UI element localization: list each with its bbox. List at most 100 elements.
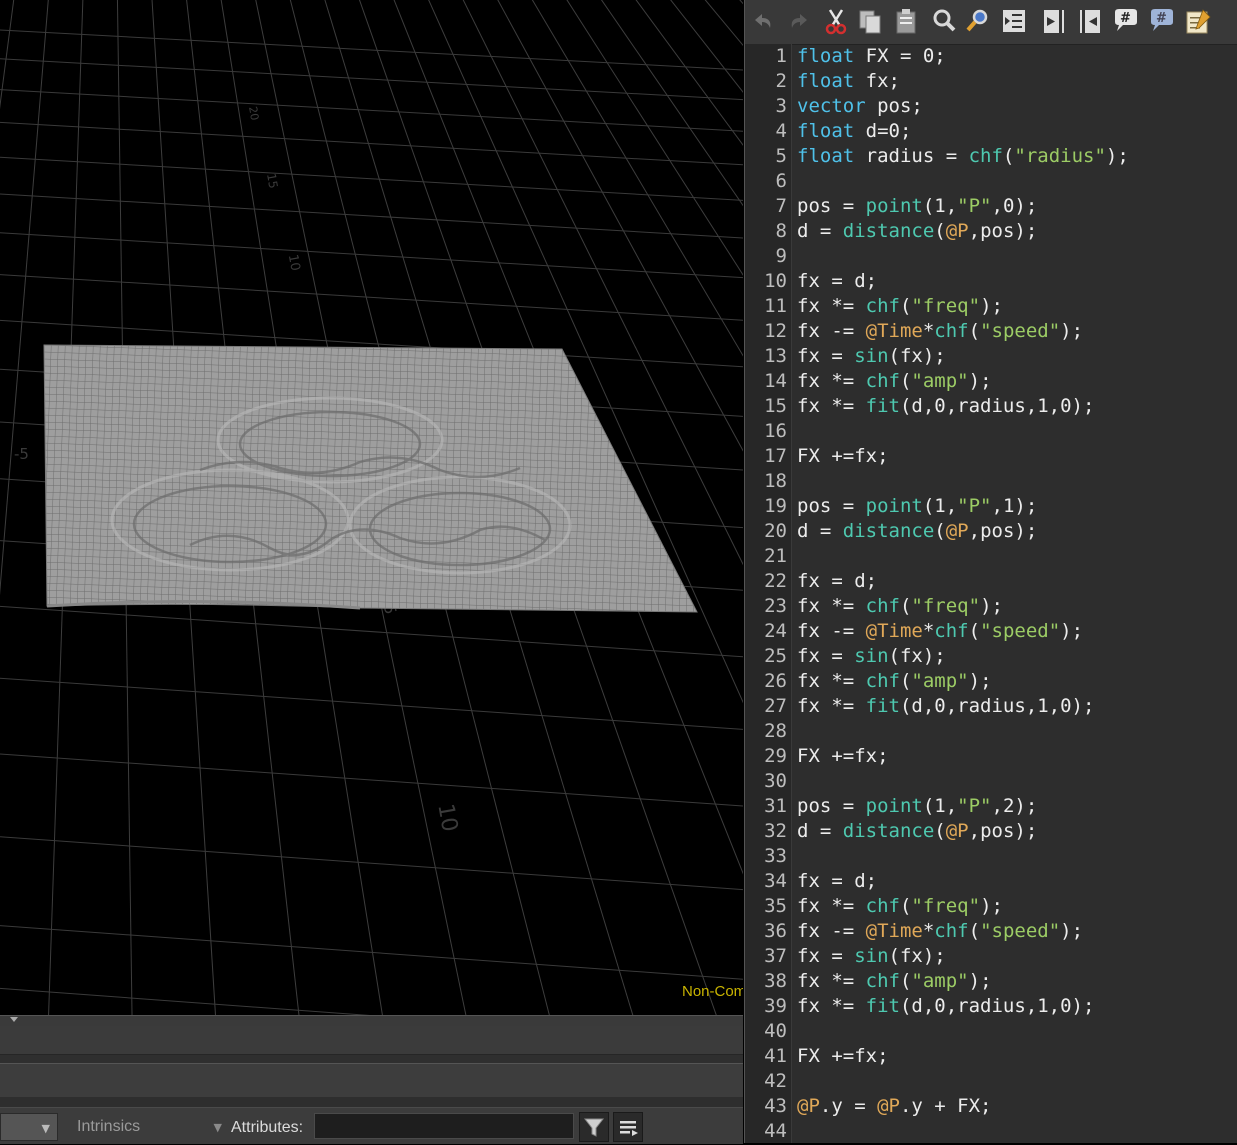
code-line[interactable]: 33 — [745, 844, 1237, 869]
code-line[interactable]: 27 fx *= fit(d,0,radius,1,0); — [745, 694, 1237, 719]
find-replace-button[interactable] — [963, 6, 993, 36]
code-line[interactable]: 17 FX +=fx; — [745, 444, 1237, 469]
indent-button[interactable] — [999, 6, 1029, 36]
code-line[interactable]: 26 fx *= chf("amp"); — [745, 669, 1237, 694]
comment-button[interactable]: # — [1111, 6, 1141, 36]
code-line[interactable]: 20 d = distance(@P,pos); — [745, 519, 1237, 544]
code-text[interactable]: fx = d; — [797, 269, 877, 294]
attributes-filter-input[interactable] — [314, 1113, 574, 1139]
code-line[interactable]: 24 fx -= @Time*chf("speed"); — [745, 619, 1237, 644]
code-text[interactable]: pos = point(1,"P",1); — [797, 494, 1037, 519]
code-line[interactable]: 34 fx = d; — [745, 869, 1237, 894]
code-text[interactable]: FX +=fx; — [797, 444, 889, 469]
code-line[interactable]: 39 fx *= fit(d,0,radius,1,0); — [745, 994, 1237, 1019]
code-line[interactable]: 40 — [745, 1019, 1237, 1044]
code-line[interactable]: 31 pos = point(1,"P",2); — [745, 794, 1237, 819]
intrinsics-dropdown[interactable]: Intrinsics ▼ — [60, 1113, 226, 1139]
code-line[interactable]: 22 fx = d; — [745, 569, 1237, 594]
code-area[interactable]: 1 float FX = 0; 2 float fx; 3 vector pos; 4 flo… — [745, 44, 1237, 1143]
step-in-button[interactable] — [1039, 6, 1069, 36]
code-line[interactable]: 11 fx *= chf("freq"); — [745, 294, 1237, 319]
code-line[interactable]: 6 — [745, 169, 1237, 194]
deformed-grid-mesh[interactable] — [43, 344, 698, 613]
code-line[interactable]: 36 fx -= @Time*chf("speed"); — [745, 919, 1237, 944]
code-line[interactable]: 18 — [745, 469, 1237, 494]
code-line[interactable]: 15 fx *= fit(d,0,radius,1,0); — [745, 394, 1237, 419]
code-text[interactable]: pos = point(1,"P",0); — [797, 194, 1037, 219]
code-text[interactable]: fx *= fit(d,0,radius,1,0); — [797, 394, 1094, 419]
code-text[interactable]: d = distance(@P,pos); — [797, 219, 1037, 244]
code-text[interactable]: FX +=fx; — [797, 744, 889, 769]
copy-button[interactable] — [855, 6, 885, 36]
code-line[interactable]: 1 float FX = 0; — [745, 44, 1237, 69]
code-line[interactable]: 14 fx *= chf("amp"); — [745, 369, 1237, 394]
code-text[interactable]: d = distance(@P,pos); — [797, 819, 1037, 844]
find-button[interactable] — [929, 6, 959, 36]
code-line[interactable]: 13 fx = sin(fx); — [745, 344, 1237, 369]
code-text[interactable]: fx = d; — [797, 569, 877, 594]
code-line[interactable]: 7 pos = point(1,"P",0); — [745, 194, 1237, 219]
undo-button[interactable] — [749, 6, 779, 36]
code-line[interactable]: 19 pos = point(1,"P",1); — [745, 494, 1237, 519]
notes-button[interactable] — [1183, 6, 1213, 36]
code-line[interactable]: 28 — [745, 719, 1237, 744]
code-line[interactable]: 23 fx *= chf("freq"); — [745, 594, 1237, 619]
code-text[interactable]: float FX = 0; — [797, 44, 946, 69]
pane-divider[interactable] — [0, 1015, 743, 1026]
code-text[interactable]: fx -= @Time*chf("speed"); — [797, 619, 1083, 644]
code-line[interactable]: 38 fx *= chf("amp"); — [745, 969, 1237, 994]
code-text[interactable]: fx *= chf("amp"); — [797, 669, 992, 694]
code-text[interactable]: d = distance(@P,pos); — [797, 519, 1037, 544]
code-line[interactable]: 42 — [745, 1069, 1237, 1094]
code-line[interactable]: 9 — [745, 244, 1237, 269]
step-out-button[interactable] — [1075, 6, 1105, 36]
code-text[interactable]: fx = d; — [797, 869, 877, 894]
code-text[interactable]: pos = point(1,"P",2); — [797, 794, 1037, 819]
code-text[interactable]: @P.y = @P.y + FX; — [797, 1094, 992, 1119]
code-text[interactable]: float radius = chf("radius"); — [797, 144, 1129, 169]
code-line[interactable]: 4 float d=0; — [745, 119, 1237, 144]
code-text[interactable]: fx *= chf("amp"); — [797, 369, 992, 394]
paste-button[interactable] — [891, 6, 921, 36]
code-line[interactable]: 44 — [745, 1119, 1237, 1143]
code-text[interactable]: float d=0; — [797, 119, 911, 144]
uncomment-button[interactable]: # — [1147, 6, 1177, 36]
cut-button[interactable] — [821, 6, 851, 36]
code-text[interactable]: fx -= @Time*chf("speed"); — [797, 319, 1083, 344]
code-text[interactable]: float fx; — [797, 69, 900, 94]
redo-button[interactable] — [783, 6, 813, 36]
pane-divider[interactable] — [0, 1055, 743, 1063]
code-text[interactable]: fx *= fit(d,0,radius,1,0); — [797, 694, 1094, 719]
code-text[interactable]: FX +=fx; — [797, 1044, 889, 1069]
vex-code-editor[interactable]: # # 1 float FX = 0; 2 float fx; 3 vector pos;… — [744, 0, 1237, 1143]
pane-divider[interactable] — [0, 1097, 743, 1107]
group-type-dropdown[interactable]: ▼ — [0, 1113, 58, 1141]
pane-collapse-icon[interactable] — [10, 1017, 18, 1022]
filter-button[interactable] — [579, 1112, 609, 1142]
code-line[interactable]: 8 d = distance(@P,pos); — [745, 219, 1237, 244]
code-line[interactable]: 16 — [745, 419, 1237, 444]
code-line[interactable]: 21 — [745, 544, 1237, 569]
code-line[interactable]: 35 fx *= chf("freq"); — [745, 894, 1237, 919]
code-text[interactable]: fx = sin(fx); — [797, 944, 946, 969]
code-text[interactable]: fx *= fit(d,0,radius,1,0); — [797, 994, 1094, 1019]
code-line[interactable]: 30 — [745, 769, 1237, 794]
code-line[interactable]: 43 @P.y = @P.y + FX; — [745, 1094, 1237, 1119]
code-text[interactable]: vector pos; — [797, 94, 923, 119]
code-line[interactable]: 32 d = distance(@P,pos); — [745, 819, 1237, 844]
code-line[interactable]: 5 float radius = chf("radius"); — [745, 144, 1237, 169]
code-line[interactable]: 37 fx = sin(fx); — [745, 944, 1237, 969]
code-text[interactable]: fx *= chf("freq"); — [797, 294, 1003, 319]
code-text[interactable]: fx = sin(fx); — [797, 344, 946, 369]
code-line[interactable]: 2 float fx; — [745, 69, 1237, 94]
code-line[interactable]: 29 FX +=fx; — [745, 744, 1237, 769]
code-line[interactable]: 10 fx = d; — [745, 269, 1237, 294]
code-text[interactable]: fx *= chf("freq"); — [797, 594, 1003, 619]
code-line[interactable]: 25 fx = sin(fx); — [745, 644, 1237, 669]
sort-button[interactable] — [613, 1112, 643, 1142]
code-text[interactable]: fx = sin(fx); — [797, 644, 946, 669]
code-text[interactable]: fx *= chf("amp"); — [797, 969, 992, 994]
scene-viewport[interactable]: -5 5 10 10 15 20 Non-Com — [0, 0, 743, 1015]
code-text[interactable]: fx -= @Time*chf("speed"); — [797, 919, 1083, 944]
viewport-canvas[interactable]: -5 5 10 10 15 20 — [0, 0, 743, 1015]
